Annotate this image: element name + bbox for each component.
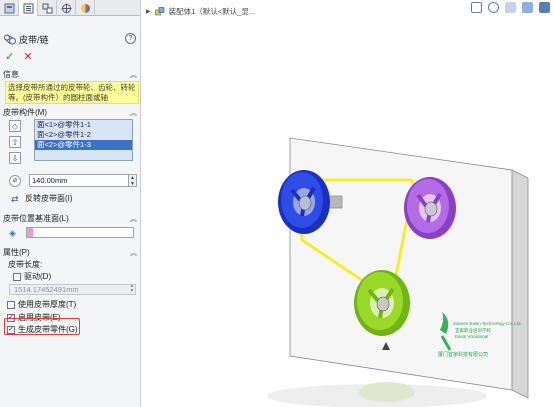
property-manager-header: 皮带/链 ? xyxy=(4,32,138,46)
move-down-button[interactable]: ⇩ xyxy=(9,152,21,164)
list-item[interactable]: 面<1>@零件1-1 xyxy=(35,120,132,130)
belt-components-title: 皮带构件(M) xyxy=(3,108,47,117)
message-box: 选择皮带所通过的皮带轮、齿轮、转轮等。(皮带构件）的圆柱面或轴 xyxy=(5,81,139,104)
annotation-highlight-box xyxy=(4,318,80,335)
message-group-title: 信息 xyxy=(3,70,19,79)
belt-length-spinner: ▲ ▼ xyxy=(129,283,135,294)
select-faces-icon[interactable]: ◇ xyxy=(9,120,21,132)
tab-property-manager[interactable] xyxy=(19,0,38,16)
reverse-belt-side-label: 反转皮带面(I) xyxy=(25,194,73,203)
svg-text:Xiamen Easin Technology Co.,Lt: Xiamen Easin Technology Co.,Ltd. xyxy=(453,321,522,326)
heads-up-view-toolbar xyxy=(471,2,550,13)
tab-feature-manager[interactable] xyxy=(0,0,19,16)
svg-text:厦门宜家科技有限公司: 厦门宜家科技有限公司 xyxy=(438,351,488,358)
collapse-chevron-icon: ︽ xyxy=(130,71,137,79)
pulley-blue[interactable] xyxy=(278,170,330,234)
floor-reflection-pulley xyxy=(359,382,415,402)
list-item-selected[interactable]: 面<2>@零件1-3 xyxy=(35,140,132,150)
plane-icon: ◈ xyxy=(9,228,16,238)
properties-title: 属性(P) xyxy=(3,248,30,257)
driving-checkbox[interactable] xyxy=(13,272,21,281)
svg-text:宜家职业培训学校: 宜家职业培训学校 xyxy=(455,327,491,334)
pulley-diameter-icon: ⌀ xyxy=(9,175,21,187)
belt-components-group-header[interactable]: 皮带构件(M) ︽ xyxy=(3,107,139,118)
collapse-chevron-icon: ︽ xyxy=(130,249,137,257)
assembly-scene[interactable]: Xiamen Easin Technology Co.,Ltd. 宜家职业培训学… xyxy=(142,0,554,407)
reverse-belt-side-button[interactable]: ⇄ 反转皮带面(I) xyxy=(11,193,73,204)
property-manager-icon xyxy=(23,3,33,13)
belt-plane-group-header[interactable]: 皮带位置基准面(L) ︽ xyxy=(3,213,139,224)
pulley-green[interactable] xyxy=(354,270,410,336)
reverse-icon: ⇄ xyxy=(11,193,19,204)
belt-length-label: 皮带长度: xyxy=(8,260,43,269)
expand-arrow-icon: ▶ xyxy=(146,9,151,15)
message-group-header[interactable]: 信息 ︽ xyxy=(3,69,139,80)
feature-manager-icon xyxy=(4,3,14,13)
manager-tabs xyxy=(0,0,140,16)
ok-cancel-bar: ✓ ✕ xyxy=(5,50,32,63)
base-plate-side xyxy=(511,169,529,399)
display-style-icon[interactable] xyxy=(539,2,550,13)
move-up-button[interactable]: ⇧ xyxy=(9,136,21,148)
belt-length-label-row: 皮带长度: xyxy=(8,259,42,270)
view-orientation-icon[interactable] xyxy=(522,2,533,13)
property-manager-panel: 皮带/链 ? ✓ ✕ 信息 ︽ 选择皮带所通过的皮带轮、齿轮、转轮等。(皮带构件… xyxy=(0,0,141,407)
driving-label: 驱动(D) xyxy=(24,272,52,281)
svg-text:Easin Vocational: Easin Vocational xyxy=(455,334,488,339)
message-text: 选择皮带所通过的皮带轮、齿轮、转轮等。(皮带构件）的圆柱面或轴 xyxy=(8,83,136,102)
tab-configuration-manager[interactable] xyxy=(38,0,57,16)
use-thickness-checkbox[interactable] xyxy=(7,300,15,309)
pulley-diameter-input[interactable]: 140.00mm xyxy=(29,174,129,187)
cancel-button[interactable]: ✕ xyxy=(23,50,32,63)
assembly-name: 装配体1（默认<默认_显... xyxy=(168,7,256,16)
belt-plane-title: 皮带位置基准面(L) xyxy=(3,214,69,223)
help-icon[interactable]: ? xyxy=(125,33,136,44)
collapse-chevron-icon: ︽ xyxy=(130,215,137,223)
collapse-chevron-icon: ︽ xyxy=(130,109,137,117)
tab-dimxpert-manager[interactable] xyxy=(57,0,76,16)
dim-xpert-icon xyxy=(61,3,71,13)
ok-button[interactable]: ✓ xyxy=(5,50,14,63)
list-item[interactable]: 面<2>@零件1-2 xyxy=(35,130,132,140)
belt-components-list[interactable]: 面<1>@零件1-1 面<2>@零件1-2 面<2>@零件1-3 xyxy=(34,119,133,161)
zoom-fit-icon[interactable] xyxy=(471,2,482,13)
tab-display-manager[interactable] xyxy=(76,0,95,16)
belt-chain-icon xyxy=(4,34,16,44)
graphics-viewport[interactable]: Xiamen Easin Technology Co.,Ltd. 宜家职业培训学… xyxy=(142,0,554,407)
display-manager-icon xyxy=(80,3,90,13)
driving-checkbox-row[interactable]: 驱动(D) xyxy=(13,271,51,282)
use-thickness-row[interactable]: 使用皮带厚度(T) xyxy=(7,299,76,310)
pulley-purple[interactable] xyxy=(404,177,456,239)
section-view-icon[interactable] xyxy=(505,2,516,13)
properties-group-header[interactable]: 属性(P) ︽ xyxy=(3,247,139,258)
feature-tree-breadcrumb[interactable]: ▶ 装配体1（默认<默认_显... xyxy=(146,6,255,17)
page-title: 皮带/链 xyxy=(19,34,49,45)
configuration-manager-icon xyxy=(42,3,52,13)
diameter-spinner[interactable]: ▲ ▼ xyxy=(129,174,137,187)
selection-color-swatch xyxy=(27,228,33,237)
belt-plane-input[interactable] xyxy=(26,227,134,238)
zoom-area-icon[interactable] xyxy=(488,2,499,13)
belt-length-field: 1514.17452491mm xyxy=(9,284,136,295)
use-thickness-label: 使用皮带厚度(T) xyxy=(18,300,77,309)
assembly-icon xyxy=(154,7,164,16)
